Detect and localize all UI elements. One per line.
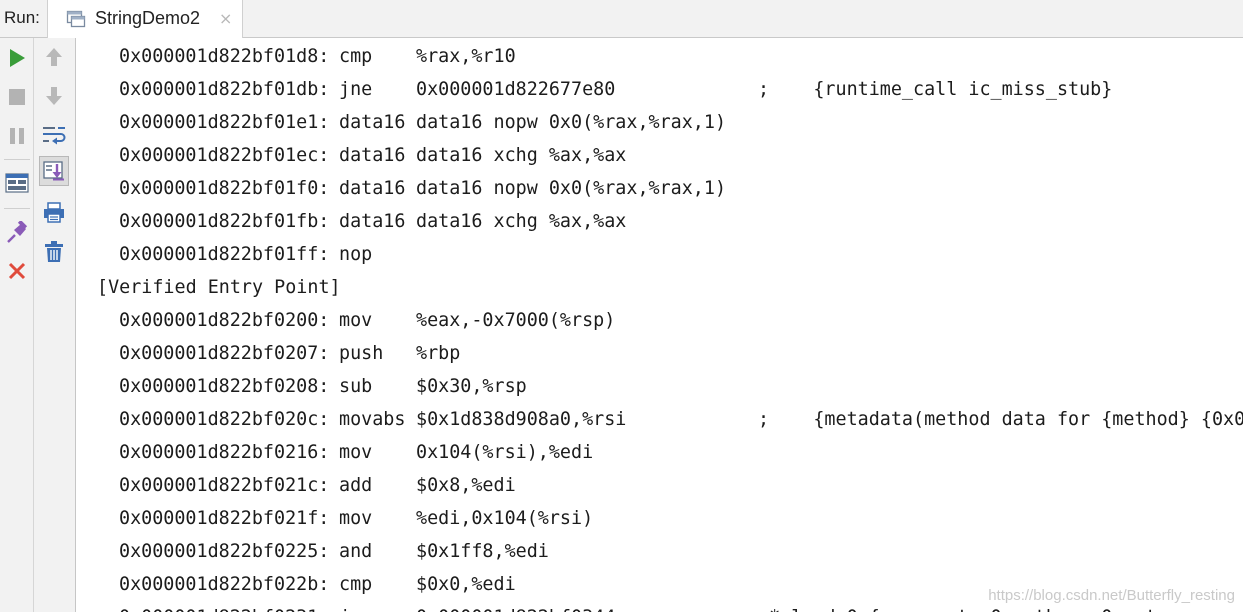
instruction-address: 0x000001d822bf01db: xyxy=(119,79,330,100)
instruction-address: 0x000001d822bf0225: xyxy=(119,541,330,562)
instruction-opcode: mov xyxy=(339,442,373,463)
instruction-opcode: nop xyxy=(339,244,373,265)
console-line: 0x000001d822bf0207: push %rbp xyxy=(76,337,460,370)
instruction-address: 0x000001d822bf0207: xyxy=(119,343,330,364)
instruction-operands: $0x30,%rsp xyxy=(416,376,527,397)
soft-wrap-icon[interactable] xyxy=(39,120,69,150)
instruction-opcode: add xyxy=(339,475,373,496)
instruction-operands: %edi,0x104(%rsi) xyxy=(416,508,594,529)
console-line-header: [Verified Entry Point] xyxy=(76,271,341,304)
run-actions-toolbar xyxy=(0,38,34,612)
instruction-operands: data16 nopw 0x0(%rax,%rax,1) xyxy=(416,112,727,133)
scroll-to-end-icon[interactable] xyxy=(39,156,69,186)
instruction-address: 0x000001d822bf01ec: xyxy=(119,145,330,166)
instruction-opcode: cmp xyxy=(339,46,373,67)
instruction-address: 0x000001d822bf021c: xyxy=(119,475,330,496)
console-line: 0x000001d822bf020c: movabs $0x1d838d908a… xyxy=(76,403,1243,436)
console-line: 0x000001d822bf01f0: data16 data16 nopw 0… xyxy=(76,172,726,205)
instruction-operands: data16 nopw 0x0(%rax,%rax,1) xyxy=(416,178,727,199)
stop-icon[interactable] xyxy=(2,82,32,112)
console-line: 0x000001d822bf01db: jne 0x000001d822677e… xyxy=(76,73,1112,106)
instruction-opcode: mov xyxy=(339,310,373,331)
instruction-operands: data16 xchg %ax,%ax xyxy=(416,145,627,166)
print-icon[interactable] xyxy=(39,198,69,228)
toolbar-separator xyxy=(4,208,30,209)
console-line: 0x000001d822bf0225: and $0x1ff8,%edi xyxy=(76,535,549,568)
instruction-opcode: jne xyxy=(339,79,373,100)
console-line: 0x000001d822bf022b: cmp $0x0,%edi xyxy=(76,568,516,601)
instruction-opcode: push xyxy=(339,343,384,364)
pause-icon[interactable] xyxy=(2,121,32,151)
instruction-operands: $0x1ff8,%edi xyxy=(416,541,549,562)
instruction-comment: ; {runtime_call ic_miss_stub} xyxy=(758,79,1113,100)
console-line: 0x000001d822bf01ec: data16 data16 xchg %… xyxy=(76,139,626,172)
instruction-address: 0x000001d822bf0231: xyxy=(119,601,329,612)
instruction-operands: $0x1d838d908a0,%rsi xyxy=(416,409,627,430)
instruction-opcode: data16 xyxy=(339,112,406,133)
instruction-address: 0x000001d822bf020c: xyxy=(119,409,330,430)
console-line: 0x000001d822bf021f: mov %edi,0x104(%rsi) xyxy=(76,502,593,535)
instruction-operands: %rax,%r10 xyxy=(416,46,516,67)
console-line: 0x000001d822bf0231: je 0x000001d822bf034… xyxy=(76,601,1212,612)
console-line: 0x000001d822bf01d8: cmp %rax,%r10 xyxy=(76,40,516,73)
trash-icon[interactable] xyxy=(39,237,69,267)
console-line: 0x000001d822bf01e1: data16 data16 nopw 0… xyxy=(76,106,726,139)
console-line: 0x000001d822bf021c: add $0x8,%edi xyxy=(76,469,516,502)
run-label: Run: xyxy=(4,8,40,27)
instruction-operands: $0x8,%edi xyxy=(416,475,516,496)
instruction-comment: ; {metadata(method data for {method} {0x… xyxy=(758,409,1243,430)
instruction-address: 0x000001d822bf01e1: xyxy=(119,112,330,133)
restore-layout-icon[interactable] xyxy=(2,168,32,198)
instruction-address: 0x000001d822bf021f: xyxy=(119,508,330,529)
toolbar-separator xyxy=(4,159,30,160)
tab-close-icon[interactable]: × xyxy=(219,9,232,28)
instruction-address: 0x000001d822bf0208: xyxy=(119,376,330,397)
instruction-operands: %eax,-0x7000(%rsp) xyxy=(416,310,616,331)
instruction-opcode: mov xyxy=(339,508,373,529)
tab-title: StringDemo2 xyxy=(95,8,201,28)
console-line: 0x000001d822bf01ff: nop xyxy=(76,238,372,271)
console-output[interactable]: 0x000001d822bf01d8: cmp %rax,%r10 0x0000… xyxy=(76,38,1243,612)
instruction-opcode: data16 xyxy=(339,178,406,199)
console-line: 0x000001d822bf0200: mov %eax,-0x7000(%rs… xyxy=(76,304,615,337)
console-window-icon xyxy=(66,9,86,29)
run-tool-window-header: Run: StringDemo2 × xyxy=(0,0,1243,38)
console-actions-toolbar xyxy=(34,38,76,612)
instruction-operands: 0x104(%rsi),%edi xyxy=(416,442,594,463)
instruction-address: 0x000001d822bf0216: xyxy=(119,442,330,463)
close-icon[interactable] xyxy=(2,256,32,286)
instruction-opcode: je xyxy=(339,601,361,612)
instruction-opcode: sub xyxy=(339,376,373,397)
instruction-address: 0x000001d822bf01ff: xyxy=(119,244,330,265)
console-line: 0x000001d822bf0216: mov 0x104(%rsi),%edi xyxy=(76,436,593,469)
watermark: https://blog.csdn.net/Butterfly_resting xyxy=(988,587,1235,604)
verified-entry-point-label: [Verified Entry Point] xyxy=(97,277,341,298)
instruction-address: 0x000001d822bf01d8: xyxy=(119,46,330,67)
instruction-opcode: movabs xyxy=(339,409,406,430)
instruction-address: 0x000001d822bf022b: xyxy=(119,574,330,595)
arrow-down-icon[interactable] xyxy=(39,81,69,111)
instruction-operands: %rbp xyxy=(416,343,461,364)
instruction-address: 0x000001d822bf01fb: xyxy=(119,211,330,232)
instruction-opcode: cmp xyxy=(339,574,373,595)
instruction-address: 0x000001d822bf01f0: xyxy=(119,178,330,199)
instruction-operands: data16 xchg %ax,%ax xyxy=(416,211,627,232)
instruction-operands: 0x000001d822677e80 xyxy=(416,79,616,100)
instruction-operands: $0x0,%edi xyxy=(416,574,516,595)
console-line: 0x000001d822bf0208: sub $0x30,%rsp xyxy=(76,370,527,403)
instruction-operands: 0x000001d822bf0344 xyxy=(416,601,615,612)
pin-tab-icon[interactable] xyxy=(2,218,32,248)
console-line: 0x000001d822bf01fb: data16 data16 xchg %… xyxy=(76,205,626,238)
instruction-opcode: and xyxy=(339,541,373,562)
arrow-up-icon[interactable] xyxy=(39,42,69,72)
instruction-address: 0x000001d822bf0200: xyxy=(119,310,330,331)
instruction-opcode: data16 xyxy=(339,145,406,166)
instruction-opcode: data16 xyxy=(339,211,406,232)
tab-stringdemo2[interactable]: StringDemo2 × xyxy=(47,0,243,38)
rerun-icon[interactable] xyxy=(2,43,32,73)
